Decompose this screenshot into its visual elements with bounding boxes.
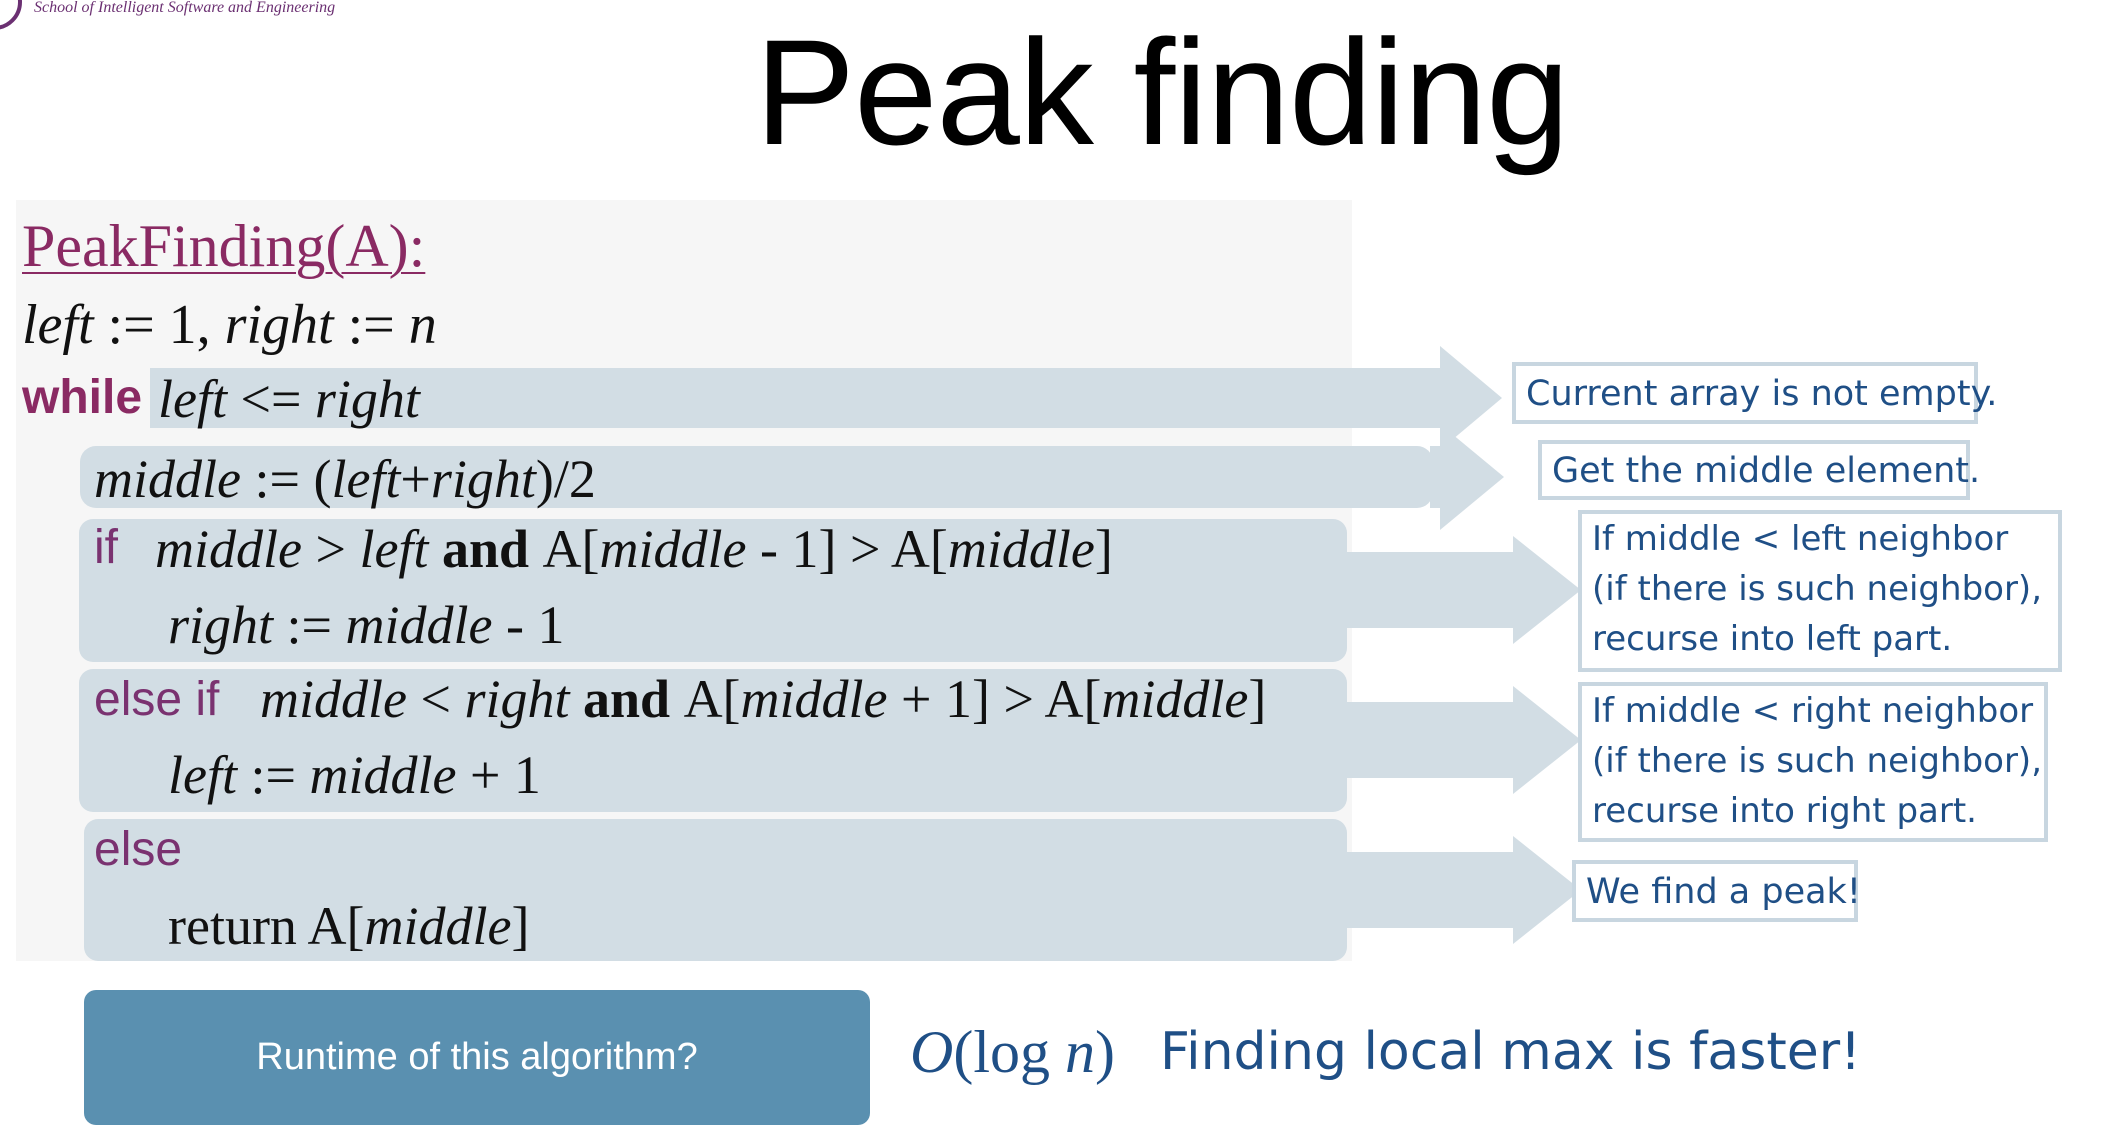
elseif-body-assign: :=: [236, 745, 310, 805]
elseif-body: left := middle + 1: [168, 744, 541, 806]
note-if-line: If middle < left neighbor: [1592, 519, 2009, 559]
school-name: School of Intelligent Software and Engin…: [34, 0, 336, 16]
middle-plus: +: [400, 449, 431, 509]
if-middle-var-3: middle: [947, 519, 1095, 579]
elseif-close: ]: [1248, 669, 1267, 729]
init-left-var: left: [22, 294, 94, 356]
elseif-middle-var-2: middle: [740, 669, 888, 729]
if-op: >: [301, 519, 360, 579]
slide-title: Peak finding: [755, 8, 1570, 176]
elseif-keyword: else if: [94, 673, 220, 726]
init-line: left := 1, right := n: [22, 293, 437, 357]
runtime-question-button[interactable]: Runtime of this algorithm?: [84, 990, 870, 1125]
complexity-close: ): [1095, 1019, 1115, 1085]
while-right-var: right: [314, 369, 420, 429]
elseif-plus: + 1] > A[: [887, 669, 1102, 729]
note-if-line: (if there is such neighbor),: [1592, 569, 2043, 609]
elseif-body-middle-var: middle: [309, 745, 457, 805]
note-elseif-line: recurse into right part.: [1592, 791, 1977, 831]
elseif-right-var: right: [464, 669, 570, 729]
note-middle: Get the middle element.: [1538, 440, 1980, 500]
procedure-name: PeakFinding(A):: [22, 213, 426, 279]
return-close: ]: [511, 896, 530, 956]
if-keyword: if: [94, 521, 118, 574]
note-elseif-line: (if there is such neighbor),: [1592, 741, 2043, 781]
note-else: We find a peak!: [1572, 860, 1861, 922]
init-n-var: n: [408, 294, 437, 356]
init-assign-1: := 1,: [93, 294, 225, 356]
else-body: return A[middle]: [168, 895, 529, 957]
runtime-question-label: Runtime of this algorithm?: [256, 1036, 698, 1078]
init-right-var: right: [224, 294, 334, 356]
runtime-remark: Finding local max is faster!: [1160, 1022, 1861, 1082]
note-if: If middle < left neighbor (if there is s…: [1578, 510, 2062, 672]
complexity-o: O: [910, 1019, 954, 1085]
middle-assign: := (: [240, 449, 332, 509]
if-condition: middle > left and A[middle - 1] > A[midd…: [155, 518, 1113, 580]
middle-left-var: left: [331, 449, 401, 509]
arrow-right-icon: [1345, 536, 1581, 644]
return-keyword: return: [168, 896, 308, 956]
elseif-body-left-var: left: [168, 745, 237, 805]
note-if-line: recurse into left part.: [1592, 619, 1953, 659]
arrow-right-icon: [1345, 836, 1581, 944]
elseif-op: <: [406, 669, 465, 729]
while-keyword: while: [22, 371, 143, 424]
arrow-right-icon: [1345, 686, 1581, 794]
elseif-body-tail: + 1: [456, 745, 541, 805]
if-body-right-var: right: [168, 595, 274, 655]
arrow-right-icon: [1430, 424, 1504, 530]
if-close: ]: [1094, 519, 1113, 579]
complexity-open: (log: [953, 1019, 1065, 1085]
while-left-var: left: [158, 369, 227, 429]
middle-right-var: right: [430, 449, 536, 509]
elseif-a1: A[: [683, 669, 741, 729]
elseif-condition: middle < right and A[middle + 1] > A[mid…: [260, 668, 1266, 730]
if-middle-var: middle: [155, 519, 302, 579]
if-body-middle-var: middle: [345, 595, 493, 655]
if-middle-var-2: middle: [599, 519, 747, 579]
while-condition: left <= right: [158, 368, 420, 430]
complexity-n: n: [1065, 1019, 1095, 1085]
return-middle-var: middle: [364, 896, 512, 956]
note-elseif: If middle < right neighbor (if there is …: [1578, 682, 2048, 842]
return-a1: A[: [307, 896, 365, 956]
if-left-var: left: [359, 519, 429, 579]
elseif-middle-var-3: middle: [1101, 669, 1249, 729]
while-op: <=: [226, 369, 315, 429]
if-a1: A[: [542, 519, 600, 579]
complexity-formula: O(log n): [910, 1018, 1115, 1087]
if-and: and: [428, 519, 543, 579]
university-seal-logo: [0, 0, 22, 30]
init-assign-2: :=: [333, 294, 409, 356]
elseif-middle-var: middle: [260, 669, 407, 729]
note-elseif-line: If middle < right neighbor: [1592, 691, 2034, 731]
note-while: Current array is not empty.: [1512, 362, 1997, 424]
if-body-assign: :=: [273, 595, 346, 655]
middle-tail: )/2: [535, 449, 596, 509]
elseif-and: and: [569, 669, 684, 729]
else-keyword: else: [94, 823, 183, 876]
middle-line: middle := (left+right)/2: [94, 448, 596, 510]
if-body: right := middle - 1: [168, 594, 564, 656]
if-body-tail: - 1: [492, 595, 565, 655]
if-minus: - 1] > A[: [746, 519, 948, 579]
middle-var: middle: [94, 449, 241, 509]
